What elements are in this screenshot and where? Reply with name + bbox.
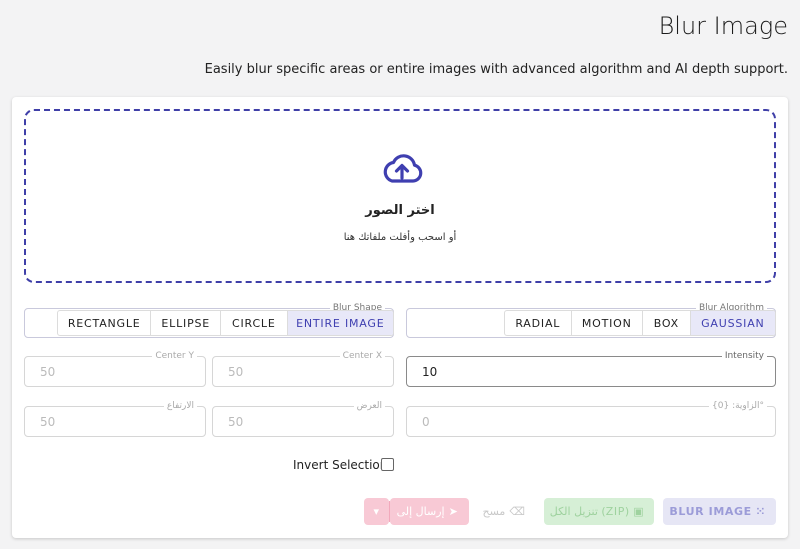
page-title: Blur Image [658,12,788,40]
angle-field[interactable]: الزاوية: {0}° 0 [406,400,776,437]
center-y-field[interactable]: Center Y 50 [24,350,206,387]
cloud-upload-icon [383,154,423,183]
dropzone-hint: أو اسحب وأفلت ملفاتك هنا [343,232,457,243]
width-field[interactable]: العرض 50 [212,400,394,437]
shape-option-ellipse[interactable]: ELLIPSE [150,311,220,335]
clear-label: مسح [482,505,506,518]
blur-shape-group: Blur Shape RECTANGLE ELLIPSE CIRCLE ENTI… [24,302,394,338]
folder-icon: ▣ [633,505,645,518]
send-to-button[interactable]: إرسال إلى ➤ [390,498,469,525]
center-x-field[interactable]: Center X 50 [212,350,394,387]
algorithm-option-motion[interactable]: MOTION [570,311,642,335]
intensity-value: 10 [422,365,438,379]
width-value: 50 [228,415,244,429]
image-dropzone[interactable]: اختر الصور أو اسحب وأفلت ملفاتك هنا [24,109,776,283]
height-field[interactable]: الارتفاع 50 [24,400,206,437]
chevron-down-icon: ▾ [373,505,380,518]
download-zip-label: تنزيل الكل (ZIP) [549,505,630,518]
algorithm-option-box[interactable]: BOX [641,311,690,335]
center-y-value: 50 [40,365,56,379]
shape-option-rectangle[interactable]: RECTANGLE [58,311,150,335]
algorithm-option-gaussian[interactable]: GAUSSIAN [689,311,775,335]
blur-image-button[interactable]: BLUR IMAGE ⁙ [663,498,776,525]
blur-tool-card: اختر الصور أو اسحب وأفلت ملفاتك هنا Blur… [12,97,788,538]
shape-option-circle[interactable]: CIRCLE [220,311,287,335]
clear-icon: ⌫ [509,505,526,518]
center-x-value: 50 [228,365,244,379]
blur-algorithm-group: Blur Algorithm RADIAL MOTION BOX GAUSSIA… [406,302,776,338]
invert-selection-checkbox[interactable] [381,458,394,471]
intensity-label: Intensity [721,350,767,362]
center-y-label: Center Y [152,350,197,362]
send-to-dropdown-button[interactable]: ▾ [364,498,389,525]
shape-option-entire-image[interactable]: ENTIRE IMAGE [286,311,393,335]
height-label: الارتفاع [163,400,197,412]
send-to-label: إرسال إلى [396,505,445,518]
angle-label: الزاوية: {0}° [709,400,767,412]
blur-grid-icon: ⁙ [755,505,766,518]
center-x-label: Center X [339,350,385,362]
invert-selection-label: Invert Selection [293,458,388,472]
height-value: 50 [40,415,56,429]
width-label: العرض [353,400,385,412]
algorithm-option-radial[interactable]: RADIAL [505,311,571,335]
download-zip-button[interactable]: تنزيل الكل (ZIP) ▣ [544,498,654,525]
intensity-field[interactable]: Intensity 10 [406,350,776,387]
page-subtitle: Easily blur specific areas or entire ima… [204,62,788,77]
blur-image-label: BLUR IMAGE [669,505,752,518]
dropzone-title: اختر الصور [365,203,435,218]
clear-button[interactable]: مسح ⌫ [478,498,534,525]
angle-value: 0 [422,415,430,429]
send-icon: ➤ [448,505,459,518]
blur-shape-toggle: RECTANGLE ELLIPSE CIRCLE ENTIRE IMAGE [57,310,394,336]
blur-algorithm-toggle: RADIAL MOTION BOX GAUSSIAN [504,310,776,336]
